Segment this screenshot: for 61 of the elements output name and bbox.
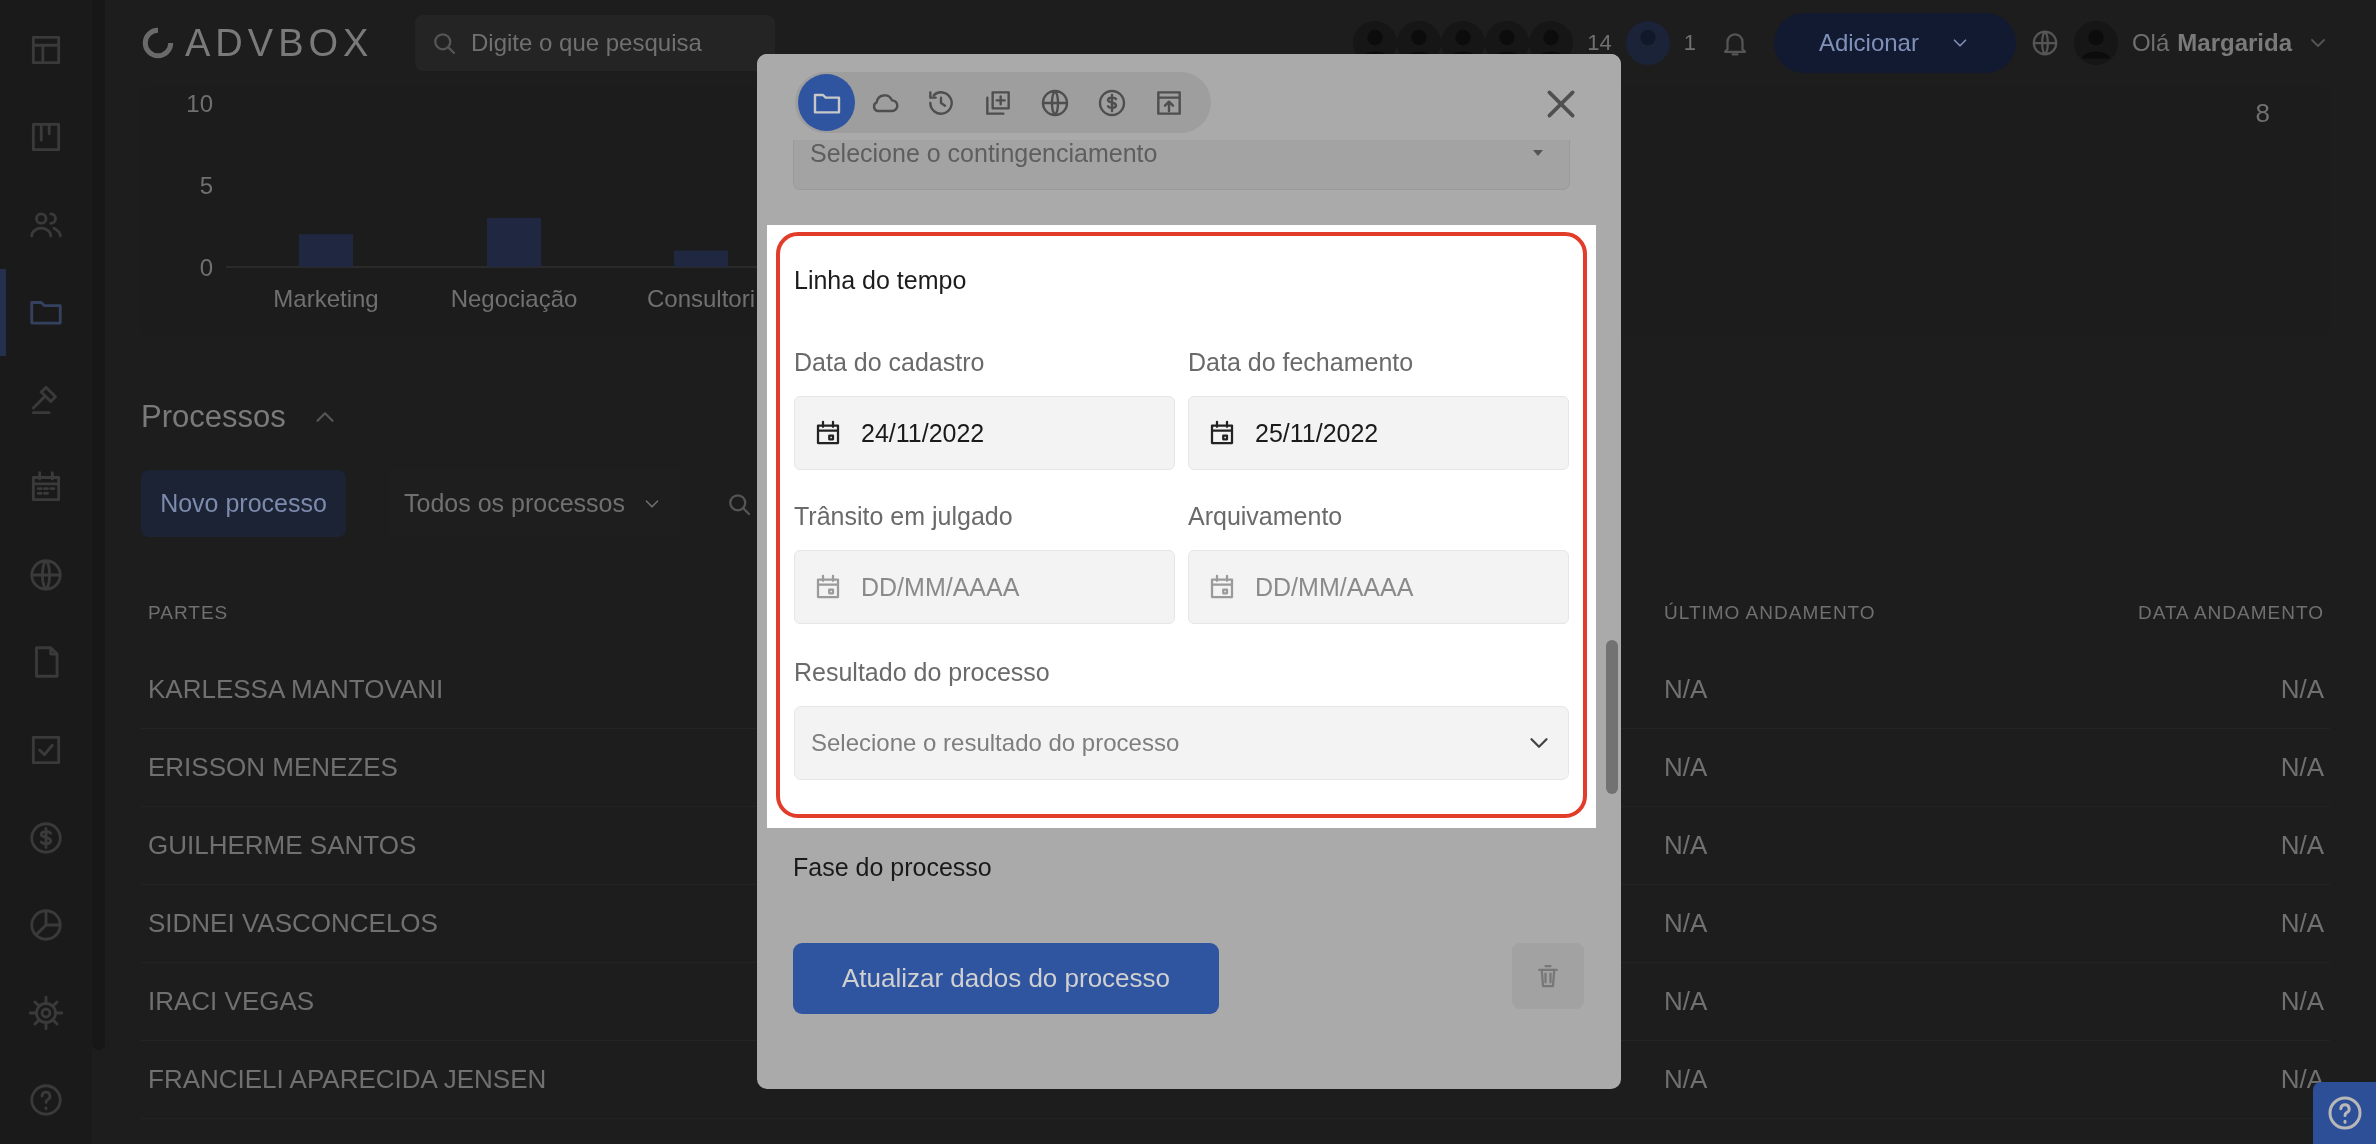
- table-cell: IRACI VEGAS: [148, 986, 315, 1017]
- category-label: Marketing: [273, 285, 379, 312]
- table-cell: N/A: [1664, 752, 1708, 783]
- submit-button[interactable]: Atualizar dados do processo: [793, 943, 1219, 1014]
- add-button[interactable]: Adicionar: [1773, 13, 2016, 73]
- scrollbar[interactable]: [1606, 640, 1618, 794]
- new-process-button[interactable]: Novo processo: [141, 470, 346, 537]
- section-title: Linha do tempo: [794, 265, 968, 296]
- table-cell: N/A: [2280, 986, 2324, 1017]
- table-cell: N/A: [2280, 752, 2324, 783]
- dropdown-icon: [1533, 150, 1543, 156]
- table-cell: N/A: [1664, 1064, 1708, 1095]
- select-field[interactable]: Selecione o resultado do processo: [794, 706, 1569, 780]
- column-header: ÚLTIMO ANDAMENTO: [1664, 601, 1876, 624]
- select-placeholder: Selecione o resultado do processo: [811, 729, 1180, 757]
- section-title: Fase do processo: [793, 852, 993, 883]
- table-cell: N/A: [1664, 908, 1708, 939]
- logo: ADVBOX: [185, 21, 374, 65]
- date-field[interactable]: 24/11/2022: [794, 396, 1175, 470]
- table-cell: GUILHERME SANTOS: [148, 830, 417, 861]
- notification-count: 1: [1683, 30, 1696, 56]
- category-label: Consultori: [647, 285, 755, 312]
- delete-button[interactable]: [1512, 943, 1584, 1009]
- bar: [487, 217, 541, 267]
- avatar-icon: [1625, 21, 1670, 65]
- table-cell: KARLESSA MANTOVANI: [148, 674, 444, 705]
- page-count: 8: [2255, 98, 2270, 129]
- table-cell: N/A: [2280, 908, 2324, 939]
- field-label: Data do fechamento: [1188, 347, 1415, 377]
- field-label: Trânsito em julgado: [794, 501, 1014, 531]
- field-label: Resultado do processo: [794, 657, 1051, 687]
- greeting: Olá: [2131, 29, 2170, 57]
- column-header: PARTES: [148, 601, 229, 624]
- axis-tick: 10: [186, 90, 213, 117]
- table-cell: N/A: [1664, 830, 1708, 861]
- table-cell: SIDNEI VASCONCELOS: [148, 908, 438, 939]
- table-cell: ERISSON MENEZES: [148, 752, 398, 783]
- gear-icon: [27, 993, 65, 1032]
- field-label: Data do cadastro: [794, 347, 986, 377]
- user-name[interactable]: Margarida: [2177, 29, 2292, 57]
- table-cell: FRANCIELI APARECIDA JENSEN: [148, 1064, 547, 1095]
- logo-icon: [141, 26, 175, 60]
- date-field[interactable]: 25/11/2022: [1188, 396, 1569, 470]
- column-header: DATA ANDAMENTO: [2137, 601, 2324, 624]
- tab[interactable]: [798, 74, 855, 131]
- bar: [674, 250, 728, 267]
- axis-tick: 0: [199, 254, 213, 281]
- search-field[interactable]: Digite o que pesquisa: [415, 15, 775, 71]
- select-placeholder: Selecione o contingenciamento: [810, 138, 1158, 168]
- field-label: Arquivamento: [1188, 501, 1344, 531]
- table-cell: N/A: [1664, 986, 1708, 1017]
- category-label: Negociação: [450, 285, 578, 312]
- table-cell: N/A: [2280, 830, 2324, 861]
- axis-tick: 5: [199, 172, 213, 199]
- table-cell: N/A: [2280, 674, 2324, 705]
- section-title: Processos: [141, 398, 286, 436]
- date-field[interactable]: DD/MM/AAAA: [1188, 550, 1569, 624]
- date-field[interactable]: DD/MM/AAAA: [794, 550, 1175, 624]
- table-cell: N/A: [1664, 674, 1708, 705]
- bar: [299, 234, 353, 267]
- member-count: 14: [1587, 30, 1612, 56]
